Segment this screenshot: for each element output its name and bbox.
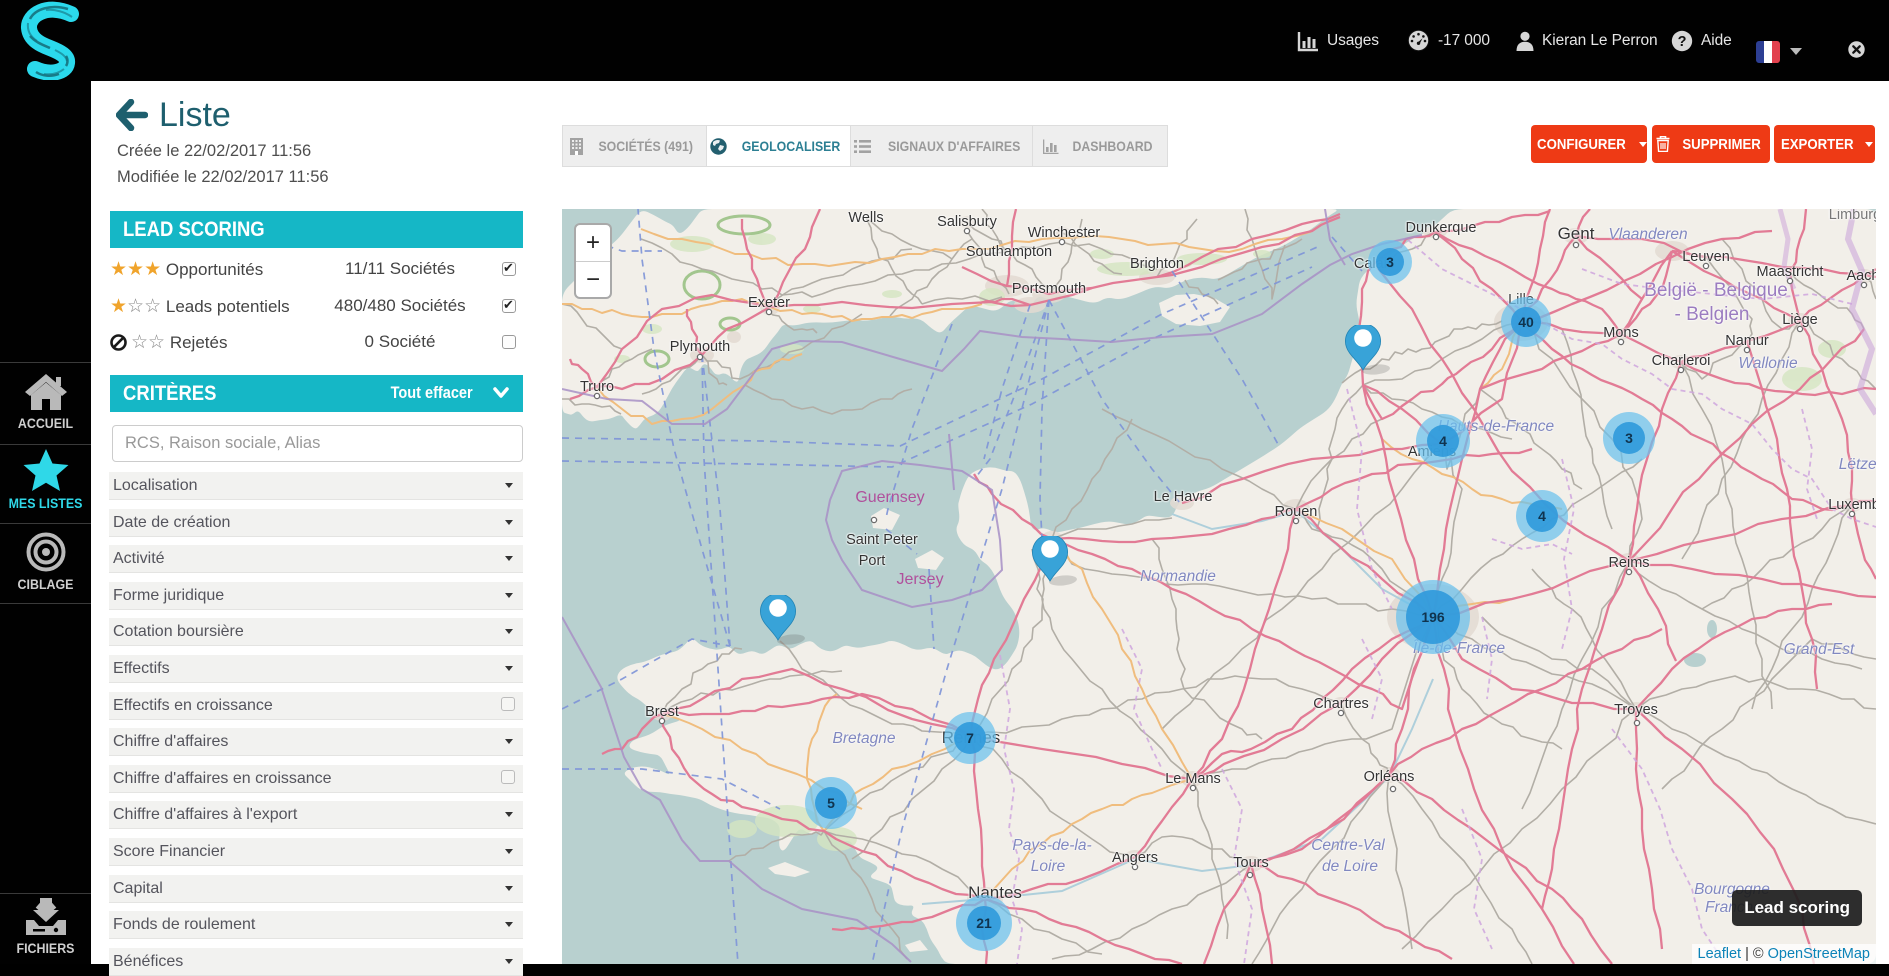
svg-text:?: ? [1678,34,1687,50]
